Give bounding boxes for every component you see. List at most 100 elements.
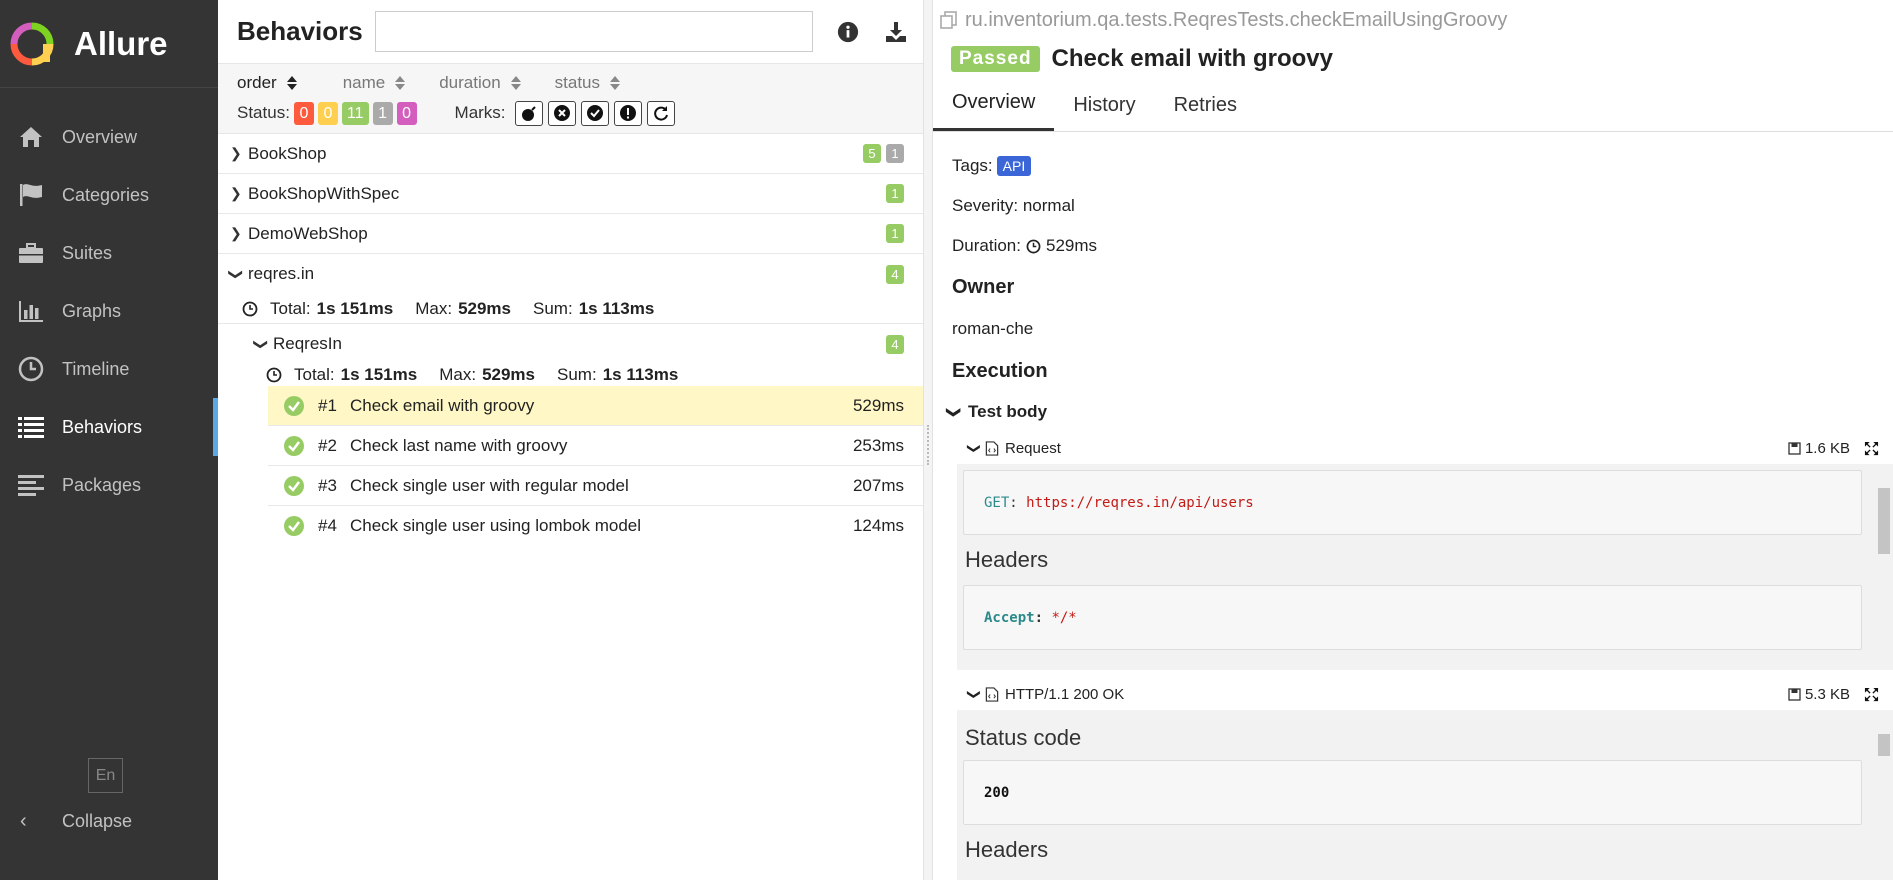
sort-label: duration	[439, 73, 501, 92]
sidebar-item-timeline[interactable]: Timeline	[0, 340, 218, 398]
test-name: Check single user using lombok model	[350, 516, 642, 535]
subgroup-stats: Total: 1s 151ms Max: 529ms Sum: 1s 113ms	[218, 364, 923, 386]
status-filter-broken[interactable]: 0	[317, 101, 338, 125]
status-filter-passed[interactable]: 11	[341, 101, 369, 125]
mark-retries-button[interactable]	[646, 100, 675, 126]
scrollbar-thumb[interactable]	[1878, 488, 1890, 554]
tab-history[interactable]: History	[1054, 94, 1154, 131]
clock-icon	[1026, 239, 1041, 253]
sidebar-item-behaviors[interactable]: Behaviors	[0, 398, 218, 456]
test-fullname: ru.inventorium.qa.tests.ReqresTests.chec…	[933, 0, 1893, 40]
size-value: 1.6 KB	[1804, 439, 1850, 457]
sort-duration[interactable]: duration	[439, 73, 521, 93]
mark-new-passed-button[interactable]	[580, 100, 609, 126]
brand[interactable]: Allure	[0, 0, 218, 88]
filter-row: Status: 0 0 11 1 0 Marks:	[237, 96, 923, 130]
tree-group-reqres[interactable]: ❯ reqres.in 4	[218, 254, 923, 294]
attachment-size: 1.6 KB	[1788, 440, 1850, 457]
test-row[interactable]: #4 Check single user using lombok model …	[268, 506, 923, 546]
max-value: 529ms	[458, 298, 511, 318]
search-input[interactable]	[375, 11, 813, 52]
sidebar-item-suites[interactable]: Suites	[0, 224, 218, 282]
expand-icon[interactable]	[1864, 441, 1879, 456]
tree-group-demowebshop[interactable]: ❯ DemoWebShop 1	[218, 214, 923, 254]
status-filter-unknown[interactable]: 0	[396, 101, 417, 125]
collapse-button[interactable]: ‹ Collapse	[0, 800, 218, 842]
total-label: Total:	[270, 298, 311, 318]
info-icon[interactable]	[835, 19, 861, 45]
behaviors-pane: Behaviors order name duration status Sta…	[218, 0, 923, 880]
group-name: DemoWebShop	[248, 223, 368, 243]
sidebar-item-overview[interactable]: Overview	[0, 108, 218, 166]
group-counts: 1	[881, 224, 904, 243]
sort-name[interactable]: name	[343, 73, 406, 93]
request-headers: Accept : */*	[963, 585, 1862, 650]
sort-status[interactable]: status	[554, 73, 621, 93]
splitter-grip[interactable]	[927, 425, 931, 465]
passed-count-badge: 1	[886, 224, 904, 243]
chevron-right-icon: ❯	[230, 225, 242, 241]
owner-value: roman-che	[952, 319, 1034, 338]
attachment-request[interactable]: ❯ Request 1.6 KB	[933, 432, 1893, 464]
step-test-body[interactable]: ❯ Test body	[947, 392, 1893, 432]
expand-icon[interactable]	[1864, 687, 1879, 702]
test-number: #1	[318, 395, 337, 415]
language-button[interactable]: En	[88, 758, 123, 793]
sidebar-item-label: Categories	[62, 184, 150, 205]
header-value: */*	[1051, 609, 1077, 626]
request-scrollbar[interactable]	[1877, 472, 1891, 664]
clock-icon	[266, 367, 282, 383]
tree-group-bookshopwithspec[interactable]: ❯ BookShopWithSpec 1	[218, 174, 923, 214]
status-filter-skipped[interactable]: 1	[372, 101, 393, 125]
test-row[interactable]: #3 Check single user with regular model …	[268, 466, 923, 506]
execution-heading: Execution	[952, 359, 1048, 382]
max-label: Max:	[415, 298, 453, 318]
attachment-response[interactable]: ❯ HTTP/1.1 200 OK 5.3 KB	[933, 678, 1893, 710]
download-icon[interactable]	[883, 19, 909, 45]
total-value: 1s 151ms	[316, 298, 394, 318]
copy-icon[interactable]	[939, 10, 959, 30]
header-key: Accept	[984, 609, 1035, 626]
tree-group-reqresin[interactable]: ❯ ReqresIn 4	[243, 324, 923, 364]
tags-line: Tags: API	[952, 146, 1893, 186]
attachment-request-body: GET : https://reqres.in/api/users Header…	[957, 464, 1893, 670]
sidebar-item-packages[interactable]: Packages	[0, 456, 218, 514]
test-name: Check last name with groovy	[350, 435, 568, 455]
status-filter-failed[interactable]: 0	[293, 101, 314, 125]
overview-content: Tags: API Severity: normal Duration: 529…	[933, 132, 1893, 432]
mark-flaky-button[interactable]	[514, 100, 543, 126]
mark-new-broken-button[interactable]	[613, 100, 642, 126]
allure-logo	[10, 22, 54, 65]
tab-overview[interactable]: Overview	[933, 91, 1055, 131]
test-duration: 124ms	[852, 516, 904, 535]
sort-label: status	[554, 73, 601, 92]
sort-label: order	[237, 73, 277, 92]
pane-splitter[interactable]	[923, 0, 933, 880]
file-code-icon	[985, 686, 999, 702]
passed-count-badge: 5	[863, 144, 881, 163]
chevron-down-icon: ❯	[228, 268, 245, 280]
attachment-response-body: Status code 200 Headers	[957, 710, 1893, 880]
sort-order[interactable]: order	[237, 73, 297, 93]
bomb-icon	[521, 106, 536, 121]
response-scrollbar[interactable]	[1877, 718, 1891, 880]
tab-retries[interactable]: Retries	[1155, 94, 1256, 131]
sidebar-item-graphs[interactable]: Graphs	[0, 282, 218, 340]
sum-label: Sum:	[557, 365, 597, 384]
scrollbar-thumb[interactable]	[1878, 734, 1890, 756]
sidebar-item-categories[interactable]: Categories	[0, 166, 218, 224]
tags-label: Tags:	[952, 156, 993, 175]
brand-name: Allure	[74, 24, 168, 62]
test-row[interactable]: #1 Check email with groovy 529ms	[268, 386, 923, 426]
owner-heading: Owner	[952, 275, 1015, 298]
group-name: reqres.in	[248, 264, 315, 283]
skipped-count-badge: 1	[886, 144, 904, 163]
test-row[interactable]: #2 Check last name with groovy 253ms	[268, 426, 923, 466]
request-method: GET	[984, 494, 1010, 511]
collapse-label: Collapse	[62, 810, 133, 831]
tree-group-bookshop[interactable]: ❯ BookShop 5 1	[218, 134, 923, 174]
sort-label: name	[342, 73, 386, 92]
mark-new-failed-button[interactable]	[547, 100, 576, 126]
group-name: BookShopWithSpec	[248, 183, 400, 203]
chevron-right-icon: ❯	[230, 145, 242, 161]
